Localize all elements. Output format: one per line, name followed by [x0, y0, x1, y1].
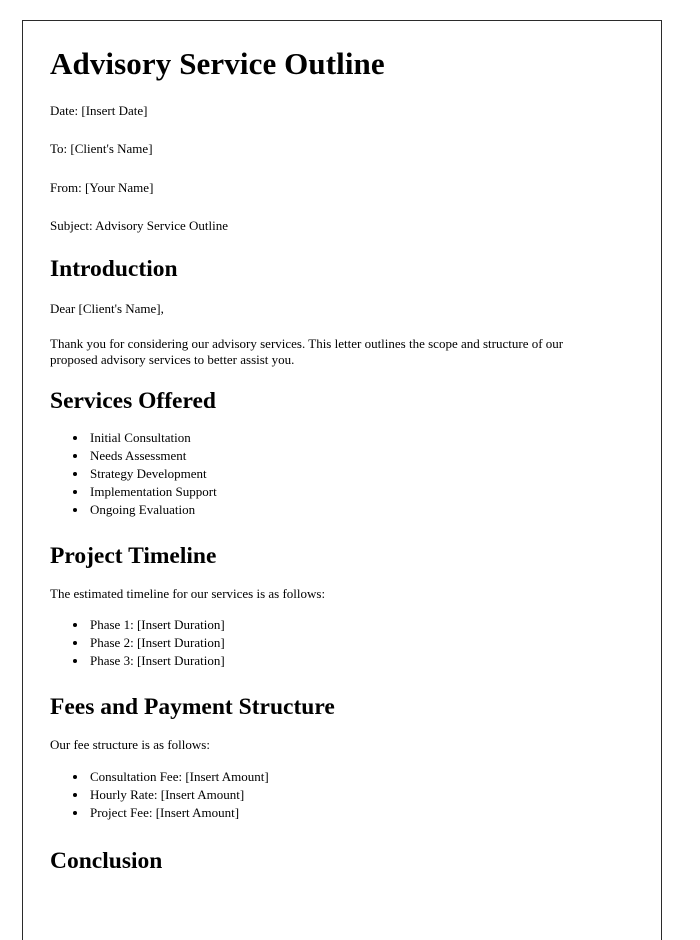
- meta-date: Date: [Insert Date]: [50, 103, 148, 119]
- page-title: Advisory Service Outline: [50, 46, 385, 81]
- heading-fees-and-payment: Fees and Payment Structure: [50, 694, 335, 721]
- document-page: Advisory Service Outline Date: [Insert D…: [22, 20, 662, 940]
- fees-intro: Our fee structure is as follows:: [50, 737, 210, 753]
- list-item: Phase 1: [Insert Duration]: [88, 616, 635, 634]
- section-services-offered: Services Offered Initial Consultation Ne…: [50, 388, 635, 519]
- heading-introduction: Introduction: [50, 256, 178, 283]
- services-list: Initial Consultation Needs Assessment St…: [50, 429, 635, 519]
- introduction-salutation: Dear [Client's Name],: [50, 301, 164, 317]
- section-conclusion: Conclusion: [50, 848, 635, 875]
- heading-conclusion: Conclusion: [50, 847, 163, 874]
- section-fees-and-payment: Fees and Payment Structure Our fee struc…: [50, 694, 635, 821]
- section-introduction: Introduction Dear [Client's Name], Thank…: [50, 256, 635, 369]
- list-item: Project Fee: [Insert Amount]: [88, 804, 635, 822]
- section-project-timeline: Project Timeline The estimated timeline …: [50, 543, 635, 670]
- timeline-list: Phase 1: [Insert Duration] Phase 2: [Ins…: [50, 616, 635, 670]
- meta-from: From: [Your Name]: [50, 179, 154, 195]
- timeline-intro: The estimated timeline for our services …: [50, 585, 326, 601]
- heading-services-offered: Services Offered: [50, 387, 216, 414]
- list-item: Implementation Support: [88, 483, 635, 501]
- meta-to: To: [Client's Name]: [50, 141, 153, 157]
- document-meta-block: Date: [Insert Date] To: [Client's Name] …: [50, 103, 635, 234]
- heading-project-timeline: Project Timeline: [50, 542, 217, 569]
- meta-subject: Subject: Advisory Service Outline: [50, 217, 229, 233]
- introduction-paragraph: Thank you for considering our advisory s…: [50, 335, 564, 368]
- list-item: Needs Assessment: [88, 447, 635, 465]
- list-item: Phase 2: [Insert Duration]: [88, 634, 635, 652]
- document-body: Advisory Service Outline Date: [Insert D…: [23, 21, 661, 875]
- list-item: Hourly Rate: [Insert Amount]: [88, 786, 635, 804]
- list-item: Consultation Fee: [Insert Amount]: [88, 768, 635, 786]
- list-item: Strategy Development: [88, 465, 635, 483]
- list-item: Ongoing Evaluation: [88, 501, 635, 519]
- fees-list: Consultation Fee: [Insert Amount] Hourly…: [50, 768, 635, 822]
- list-item: Initial Consultation: [88, 429, 635, 447]
- list-item: Phase 3: [Insert Duration]: [88, 652, 635, 670]
